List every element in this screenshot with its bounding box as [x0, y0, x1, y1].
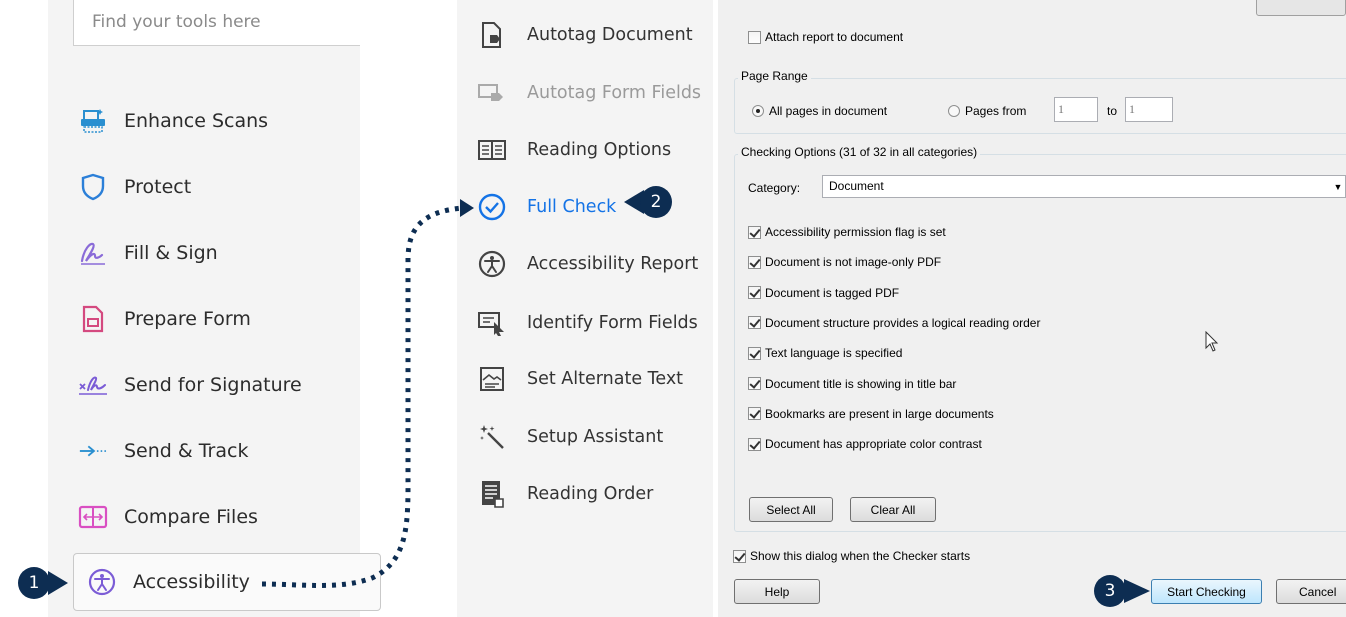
- clear-all-button[interactable]: Clear All: [850, 497, 936, 522]
- check-option-row[interactable]: Accessibility permission flag is set: [748, 225, 946, 239]
- dotted-arrow-line: [261, 205, 463, 588]
- check-option-row[interactable]: Document structure provides a logical re…: [748, 316, 1040, 330]
- check-option-row[interactable]: Document has appropriate color contrast: [748, 437, 982, 451]
- pages-from-label: Pages from: [965, 104, 1027, 118]
- check-option-row[interactable]: Document title is showing in title bar: [748, 377, 956, 391]
- check-option-checkbox[interactable]: [748, 255, 761, 269]
- check-option-checkbox[interactable]: [748, 437, 761, 451]
- check-option-label: Document is not image-only PDF: [765, 255, 942, 270]
- step-1-badge: 1: [18, 567, 50, 599]
- attach-report-row[interactable]: Attach report to document: [748, 30, 903, 44]
- check-option-row[interactable]: Document is not image-only PDF: [748, 255, 941, 269]
- accessibility-checker-dialog: Attach report to document Page Range All…: [718, 0, 1346, 617]
- attach-report-checkbox[interactable]: [748, 30, 761, 44]
- check-option-label: Document has appropriate color contrast: [765, 437, 982, 452]
- check-option-checkbox[interactable]: [748, 286, 761, 300]
- checking-options-group: [734, 154, 1346, 532]
- check-option-checkbox[interactable]: [748, 225, 761, 239]
- top-button-edge: [1256, 0, 1346, 16]
- check-option-checkbox[interactable]: [748, 316, 761, 330]
- radio-button[interactable]: [752, 105, 764, 117]
- select-all-button[interactable]: Select All: [749, 497, 833, 522]
- pages-from-radio[interactable]: Pages from: [948, 104, 1026, 118]
- mouse-cursor-icon: [1205, 331, 1219, 352]
- show-dialog-row[interactable]: Show this dialog when the Checker starts: [733, 549, 970, 563]
- from-page-field[interactable]: 1: [1054, 97, 1098, 122]
- attach-report-label: Attach report to document: [765, 30, 904, 44]
- checking-options-title: Checking Options (31 of 32 in all catego…: [738, 145, 981, 159]
- check-option-row[interactable]: Document is tagged PDF: [748, 286, 899, 300]
- check-option-label: Accessibility permission flag is set: [765, 225, 946, 239]
- arrowhead: [460, 199, 474, 217]
- all-pages-label: All pages in document: [769, 104, 888, 118]
- category-label: Category:: [748, 181, 801, 195]
- to-page-field[interactable]: 1: [1125, 97, 1173, 122]
- category-value: Document: [829, 179, 884, 193]
- all-pages-radio[interactable]: All pages in document: [752, 104, 887, 118]
- category-select[interactable]: Document ▼: [822, 175, 1346, 198]
- show-dialog-checkbox[interactable]: [733, 549, 746, 563]
- cancel-button[interactable]: Cancel: [1276, 579, 1346, 604]
- check-option-label: Document structure provides a logical re…: [765, 315, 1041, 330]
- check-option-label: Bookmarks are present in large documents: [765, 406, 994, 421]
- chevron-down-icon[interactable]: ▼: [1329, 176, 1346, 197]
- show-dialog-label: Show this dialog when the Checker starts: [750, 549, 971, 563]
- to-label: to: [1107, 104, 1118, 118]
- start-checking-button[interactable]: Start Checking: [1151, 579, 1262, 604]
- radio-button[interactable]: [948, 105, 960, 117]
- check-option-row[interactable]: Text language is specified: [748, 346, 902, 360]
- step-2-badge: 2: [640, 186, 672, 218]
- page-range-title: Page Range: [738, 69, 811, 83]
- check-option-row[interactable]: Bookmarks are present in large documents: [748, 407, 994, 421]
- check-option-checkbox[interactable]: [748, 407, 761, 421]
- check-option-label: Document is tagged PDF: [765, 285, 900, 300]
- step-3-badge: 3: [1094, 575, 1126, 607]
- check-option-checkbox[interactable]: [748, 346, 761, 360]
- help-button[interactable]: Help: [734, 579, 820, 604]
- step-3-pointer: [1124, 579, 1150, 603]
- check-option-checkbox[interactable]: [748, 377, 761, 390]
- check-option-label: Document title is showing in title bar: [765, 376, 957, 391]
- step-1-pointer: [48, 571, 68, 595]
- check-option-label: Text language is specified: [765, 346, 903, 361]
